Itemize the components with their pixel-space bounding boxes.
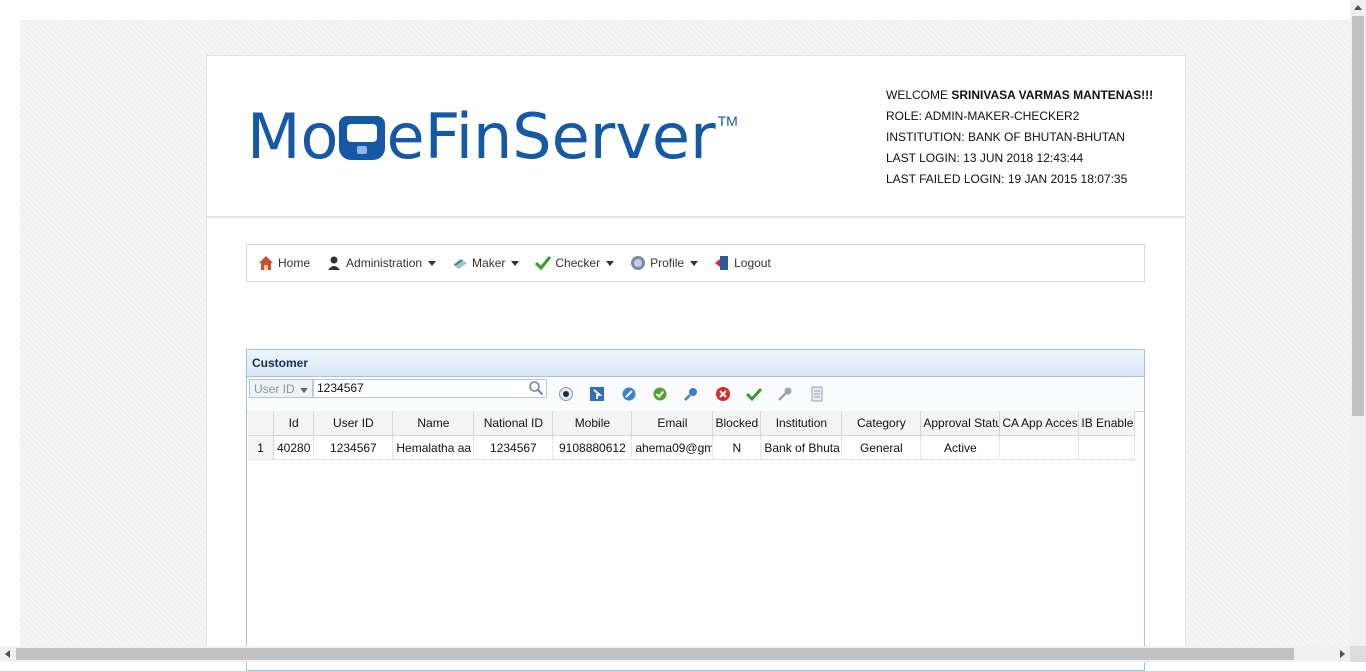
vertical-scrollbar[interactable] <box>1350 0 1366 662</box>
chevron-down-icon <box>299 388 308 393</box>
horizontal-scroll-thumb[interactable] <box>16 648 1294 660</box>
table-header-row: Id User ID Name National ID Mobile Email… <box>248 411 1136 436</box>
search-input[interactable]: 1234567 <box>313 379 547 398</box>
trademark: TM <box>717 113 738 129</box>
checkmark-icon <box>535 255 552 271</box>
profile-icon <box>630 255 646 271</box>
search-field-label: User ID <box>254 382 295 396</box>
column-header[interactable]: Id <box>273 411 315 436</box>
nav-home[interactable]: Home <box>258 255 310 271</box>
cell-institution: Bank of Bhuta <box>760 435 843 460</box>
table-row[interactable]: 1 40280 1234567 Hemalatha aa 1234567 910… <box>248 435 1136 460</box>
delete-icon[interactable] <box>714 385 732 403</box>
role-line: ROLE: ADMIN-MAKER-CHECKER2 <box>886 109 1080 123</box>
chevron-down-icon <box>606 260 615 266</box>
nav-checker[interactable]: Checker <box>535 255 615 271</box>
row-number: 1 <box>248 435 274 460</box>
search-field-select[interactable]: User ID <box>249 379 313 398</box>
wrench-icon[interactable] <box>776 385 794 403</box>
cell-blocked: N <box>712 435 762 460</box>
header-divider <box>207 216 1185 218</box>
user-icon <box>326 255 342 271</box>
column-header[interactable]: IB Enable <box>1078 411 1136 436</box>
nav-checker-label: Checker <box>555 256 601 270</box>
home-icon <box>258 255 274 271</box>
nav-maker[interactable]: Maker <box>452 255 520 271</box>
vertical-scroll-thumb[interactable] <box>1352 16 1364 416</box>
pencil-paper-icon <box>452 255 468 271</box>
grid-toolbar: User ID 1234567 <box>247 377 1144 412</box>
main-panel: Mo eFinServer TM WELCOME SRINIVASA VARMAS … <box>206 55 1186 671</box>
cell-category: General <box>841 435 922 460</box>
search-icon[interactable] <box>528 380 544 396</box>
export-icon[interactable] <box>588 385 606 403</box>
scroll-up-icon[interactable] <box>1354 5 1362 10</box>
chevron-down-icon <box>690 260 699 266</box>
cell-ca-app-access <box>999 435 1080 460</box>
column-header[interactable]: Blocked <box>712 411 762 436</box>
user-info: WELCOME SRINIVASA VARMAS MANTENAS!!! ROL… <box>886 85 1153 190</box>
modefinserver-logo: Mo eFinServer TM <box>247 102 738 172</box>
main-navbar: Home Administration Maker Checker Profil… <box>246 244 1145 282</box>
cell-user-id: 1234567 <box>313 435 394 460</box>
approve-icon[interactable] <box>651 385 669 403</box>
cell-email: ahema09@gm <box>631 435 714 460</box>
edit-icon[interactable] <box>620 385 638 403</box>
column-header[interactable]: User ID <box>313 411 394 436</box>
check-icon[interactable] <box>745 385 763 403</box>
scrollbar-corner <box>1350 646 1366 662</box>
nav-profile[interactable]: Profile <box>630 255 699 271</box>
column-header[interactable]: CA App Access <box>999 411 1080 436</box>
chevron-down-icon <box>511 260 520 266</box>
welcome-prefix: WELCOME <box>886 88 952 102</box>
grid-title: Customer <box>247 350 1144 377</box>
cell-id: 40280 <box>273 435 315 460</box>
logout-icon <box>714 255 730 271</box>
nav-logout-label: Logout <box>734 256 771 270</box>
logo-text-end: eFinServer <box>386 100 716 173</box>
nav-logout[interactable]: Logout <box>714 255 771 271</box>
cell-name: Hemalatha aa <box>392 435 475 460</box>
welcome-name: SRINIVASA VARMAS MANTENAS!!! <box>951 88 1154 102</box>
customer-table: Id User ID Name National ID Mobile Email… <box>248 411 1136 460</box>
chevron-down-icon <box>428 260 437 266</box>
phone-icon <box>339 116 386 160</box>
nav-home-label: Home <box>278 256 311 270</box>
report-icon[interactable] <box>808 385 826 403</box>
column-header[interactable]: Approval Status <box>920 411 1001 436</box>
welcome-line: WELCOME SRINIVASA VARMAS MANTENAS!!! <box>886 85 1153 106</box>
last-failed-login-line: LAST FAILED LOGIN: 19 JAN 2015 18:07:35 <box>886 172 1128 186</box>
horizontal-scrollbar[interactable] <box>0 646 1350 662</box>
customer-grid: Customer User ID 1234567 Id User ID Name… <box>246 349 1145 671</box>
nav-profile-label: Profile <box>650 256 685 270</box>
last-login-line: LAST LOGIN: 13 JUN 2018 12:43:44 <box>886 151 1084 165</box>
institution-line: INSTITUTION: BANK OF BHUTAN-BHUTAN <box>886 130 1125 144</box>
column-header-rownum <box>248 411 274 436</box>
cell-national-id: 1234567 <box>473 435 554 460</box>
cell-ib-enable <box>1078 435 1136 460</box>
scroll-right-icon[interactable] <box>1340 650 1345 658</box>
nav-administration-label: Administration <box>346 256 423 270</box>
nav-maker-label: Maker <box>472 256 506 270</box>
column-header[interactable]: Category <box>841 411 922 436</box>
scroll-left-icon[interactable] <box>5 650 10 658</box>
view-icon[interactable] <box>557 385 575 403</box>
column-header[interactable]: National ID <box>473 411 554 436</box>
cell-mobile: 9108880612 <box>552 435 633 460</box>
column-header[interactable]: Mobile <box>552 411 633 436</box>
cell-approval-status: Active <box>920 435 1001 460</box>
column-header[interactable]: Institution <box>760 411 843 436</box>
nav-administration[interactable]: Administration <box>326 255 437 271</box>
key-icon[interactable] <box>682 385 700 403</box>
column-header[interactable]: Email <box>631 411 714 436</box>
column-header[interactable]: Name <box>392 411 475 436</box>
logo-text-start: Mo <box>247 100 339 173</box>
